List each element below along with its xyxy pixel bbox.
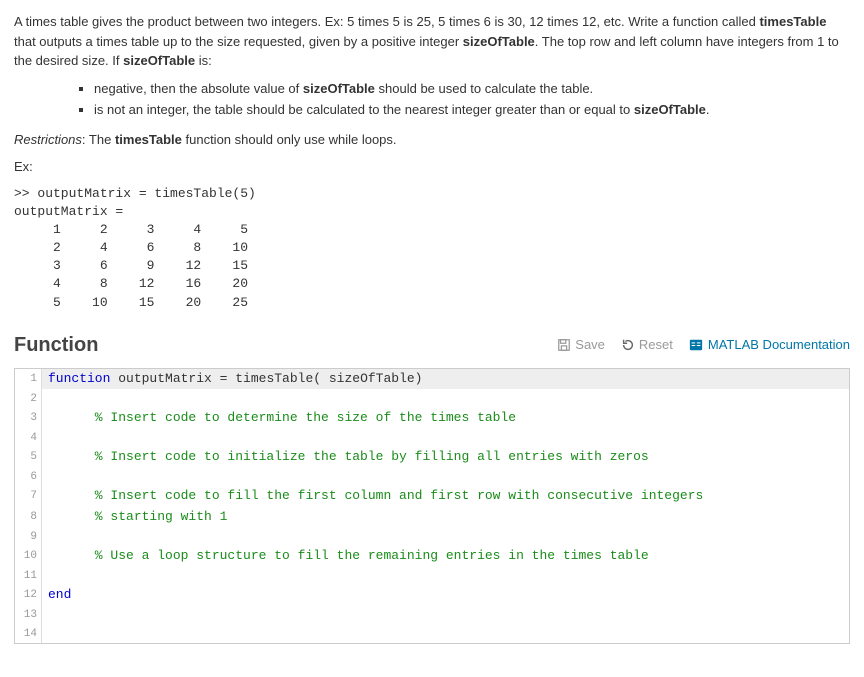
line-number: 5 bbox=[15, 447, 42, 467]
line-number: 12 bbox=[15, 585, 42, 605]
text: A times table gives the product between … bbox=[14, 14, 759, 29]
code-line[interactable]: % starting with 1 bbox=[42, 507, 849, 527]
line-number: 10 bbox=[15, 546, 42, 566]
line-number: 4 bbox=[15, 428, 42, 447]
line-number: 13 bbox=[15, 605, 42, 624]
editor-toolbar: Save Reset MATLAB Documentation bbox=[557, 335, 850, 355]
reset-icon bbox=[621, 338, 635, 352]
function-section-header: Function Save Reset MA bbox=[14, 330, 850, 360]
comment: % Insert code to initialize the table by… bbox=[48, 449, 649, 464]
text: function should only use while loops. bbox=[182, 132, 397, 147]
text: is not an integer, the table should be c… bbox=[94, 102, 634, 117]
code-line[interactable] bbox=[42, 624, 849, 643]
code-line[interactable] bbox=[42, 605, 849, 624]
code-line[interactable] bbox=[42, 527, 849, 546]
matlab-doc-link[interactable]: MATLAB Documentation bbox=[689, 335, 850, 355]
restrictions-label: Restrictions bbox=[14, 132, 82, 147]
save-label: Save bbox=[575, 335, 605, 355]
comment: % Use a loop structure to fill the remai… bbox=[48, 548, 649, 563]
param-name: sizeOfTable bbox=[123, 53, 195, 68]
doc-label: MATLAB Documentation bbox=[708, 335, 850, 355]
section-title: Function bbox=[14, 330, 98, 360]
code-line[interactable]: end bbox=[42, 585, 849, 605]
text: should be used to calculate the table. bbox=[375, 81, 593, 96]
code-line[interactable]: % Insert code to fill the first column a… bbox=[42, 486, 849, 506]
comment: % Insert code to determine the size of t… bbox=[48, 410, 516, 425]
code-editor[interactable]: 1function outputMatrix = timesTable( siz… bbox=[14, 368, 850, 644]
line-number: 1 bbox=[15, 369, 42, 389]
code-line[interactable] bbox=[42, 467, 849, 486]
code-line[interactable]: function outputMatrix = timesTable( size… bbox=[42, 369, 849, 389]
text: negative, then the absolute value of bbox=[94, 81, 303, 96]
save-button[interactable]: Save bbox=[557, 335, 605, 355]
example-output: >> outputMatrix = timesTable(5) outputMa… bbox=[14, 185, 850, 312]
code-line[interactable] bbox=[42, 428, 849, 447]
line-number: 6 bbox=[15, 467, 42, 486]
line-number: 8 bbox=[15, 507, 42, 527]
code-line[interactable] bbox=[42, 389, 849, 408]
code-line[interactable]: % Use a loop structure to fill the remai… bbox=[42, 546, 849, 566]
text: . bbox=[706, 102, 710, 117]
line-number: 3 bbox=[15, 408, 42, 428]
fn-name: timesTable bbox=[759, 14, 826, 29]
problem-paragraph-1: A times table gives the product between … bbox=[14, 12, 850, 71]
list-item: is not an integer, the table should be c… bbox=[94, 100, 850, 120]
code-line[interactable]: % Insert code to initialize the table by… bbox=[42, 447, 849, 467]
restrictions-paragraph: Restrictions: The timesTable function sh… bbox=[14, 130, 850, 150]
line-number: 7 bbox=[15, 486, 42, 506]
fn-name: timesTable bbox=[115, 132, 182, 147]
comment: % starting with 1 bbox=[48, 509, 227, 524]
param-name: sizeOfTable bbox=[463, 34, 535, 49]
param-name: sizeOfTable bbox=[303, 81, 375, 96]
line-number: 2 bbox=[15, 389, 42, 408]
reset-button[interactable]: Reset bbox=[621, 335, 673, 355]
text: : The bbox=[82, 132, 115, 147]
text: is: bbox=[195, 53, 212, 68]
reset-label: Reset bbox=[639, 335, 673, 355]
save-icon bbox=[557, 338, 571, 352]
line-number: 14 bbox=[15, 624, 42, 643]
list-item: negative, then the absolute value of siz… bbox=[94, 79, 850, 99]
code-line[interactable]: % Insert code to determine the size of t… bbox=[42, 408, 849, 428]
line-number: 9 bbox=[15, 527, 42, 546]
code-line[interactable] bbox=[42, 566, 849, 585]
text: that outputs a times table up to the siz… bbox=[14, 34, 463, 49]
example-label: Ex: bbox=[14, 157, 850, 177]
conditions-list: negative, then the absolute value of siz… bbox=[94, 79, 850, 120]
doc-icon bbox=[689, 338, 703, 352]
param-name: sizeOfTable bbox=[634, 102, 706, 117]
line-number: 11 bbox=[15, 566, 42, 585]
keyword: end bbox=[48, 587, 71, 602]
comment: % Insert code to fill the first column a… bbox=[48, 488, 703, 503]
keyword: function bbox=[48, 371, 110, 386]
text: outputMatrix = timesTable( sizeOfTable) bbox=[110, 371, 422, 386]
